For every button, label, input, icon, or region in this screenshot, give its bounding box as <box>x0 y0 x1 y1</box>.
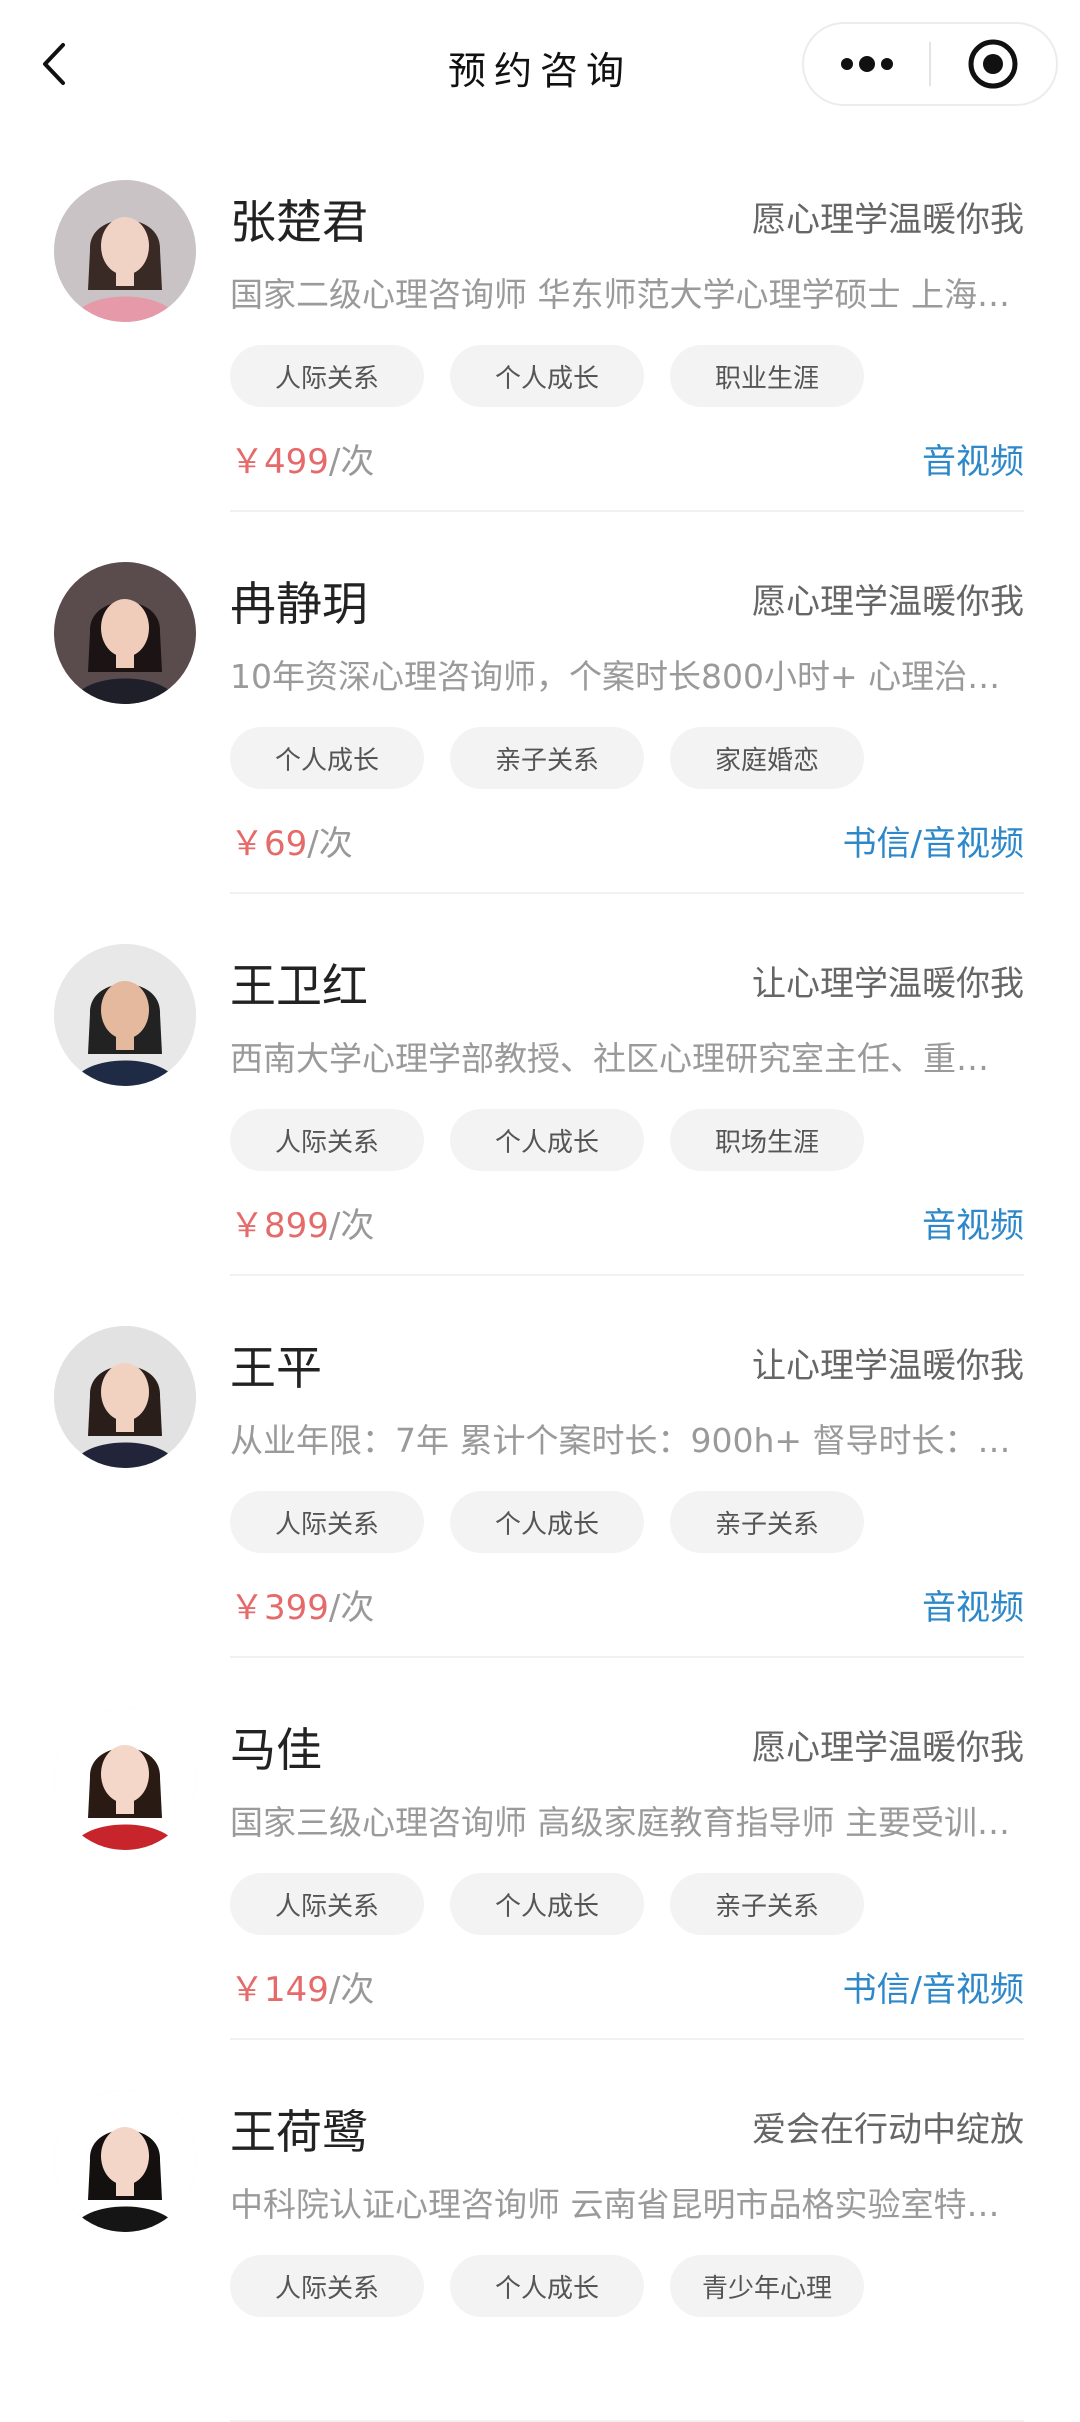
nav-bar: 预约咨询 <box>0 0 1080 130</box>
counselor-slogan: 让心理学温暖你我 <box>752 964 1024 1004</box>
price-unit: /次 <box>328 1970 375 2010</box>
counselor-name: 王平 <box>230 1341 322 1395</box>
tag-list: 人际关系 个人成长 亲子关系 <box>230 1491 890 1553</box>
counselor-name: 张楚君 <box>230 195 368 249</box>
avatar <box>54 944 196 1086</box>
tag-list: 人际关系 个人成长 职业生涯 <box>230 345 890 407</box>
price: ￥69/次 <box>230 816 353 865</box>
topic-tag: 个人成长 <box>450 2255 644 2317</box>
more-button[interactable] <box>804 22 929 106</box>
counselor-description: 10年资深心理咨询师，个案时长800小时+ 心理治疗师 婚姻家庭咨询师 <box>230 657 1020 696</box>
price-currency: ￥ <box>230 824 264 864</box>
counselor-description: 西南大学心理学部教授、社区心理研究室主任、重庆市心理学会理事 <box>230 1039 1020 1078</box>
counselor-slogan: 愿心理学温暖你我 <box>752 200 1024 240</box>
counselor-name: 冉静玥 <box>230 577 368 631</box>
counselor-description: 国家二级心理咨询师 华东师范大学心理学硕士 上海某高校心理咨询中心专职咨询师 <box>230 275 1020 314</box>
price-currency: ￥ <box>230 442 264 482</box>
topic-tag: 个人成长 <box>230 727 424 789</box>
price-amount: 499 <box>264 442 329 482</box>
topic-tag: 亲子关系 <box>670 1491 864 1553</box>
counselor-description: 中科院认证心理咨询师 云南省昆明市品格实验室特聘讲师 <box>230 2185 1020 2224</box>
topic-tag: 人际关系 <box>230 1109 424 1171</box>
topic-tag: 个人成长 <box>450 1873 644 1935</box>
counselor-slogan: 愿心理学温暖你我 <box>752 1728 1024 1768</box>
target-close-icon <box>968 39 1018 89</box>
counselor-card[interactable]: 马佳 愿心理学温暖你我 国家三级心理咨询师 高级家庭教育指导师 主要受训于精神分… <box>0 1658 1080 2040</box>
price-amount: 149 <box>264 1970 329 2010</box>
price-currency: ￥ <box>230 1588 264 1628</box>
topic-tag: 人际关系 <box>230 2255 424 2317</box>
counselor-name: 王卫红 <box>230 959 368 1013</box>
counselor-card[interactable]: 王荷鹭 爱会在行动中绽放 中科院认证心理咨询师 云南省昆明市品格实验室特聘讲师 … <box>0 2040 1080 2422</box>
price-amount: 69 <box>264 824 308 864</box>
tag-list: 人际关系 个人成长 职场生涯 <box>230 1109 890 1171</box>
topic-tag: 人际关系 <box>230 345 424 407</box>
mini-program-capsule <box>802 22 1058 106</box>
avatar <box>54 2090 196 2232</box>
avatar <box>54 562 196 704</box>
counselor-description: 国家三级心理咨询师 高级家庭教育指导师 主要受训于精神分析取向 <box>230 1803 1020 1842</box>
price-amount: 399 <box>264 1588 329 1628</box>
avatar <box>54 1708 196 1850</box>
price-currency: ￥ <box>230 1206 264 1246</box>
topic-tag: 家庭婚恋 <box>670 727 864 789</box>
avatar <box>54 1326 196 1468</box>
topic-tag: 人际关系 <box>230 1873 424 1935</box>
counselor-card[interactable]: 王平 让心理学温暖你我 从业年限：7年 累计个案时长：900h+ 督导时长：20… <box>0 1276 1080 1658</box>
topic-tag: 人际关系 <box>230 1491 424 1553</box>
counselor-name: 马佳 <box>230 1723 322 1777</box>
counselor-list: 张楚君 愿心理学温暖你我 国家二级心理咨询师 华东师范大学心理学硕士 上海某高校… <box>0 130 1080 2422</box>
consult-mode-link[interactable]: 音视频 <box>922 1198 1024 1247</box>
consult-mode-link[interactable]: 音视频 <box>922 434 1024 483</box>
topic-tag: 亲子关系 <box>670 1873 864 1935</box>
tag-list: 人际关系 个人成长 亲子关系 <box>230 1873 890 1935</box>
price-unit: /次 <box>328 1588 375 1628</box>
consult-mode-link[interactable]: 音视频 <box>922 1580 1024 1629</box>
consult-mode-link[interactable]: 书信/音视频 <box>843 1962 1024 2011</box>
price: ￥499/次 <box>230 434 374 483</box>
price-amount: 899 <box>264 1206 329 1246</box>
counselor-card[interactable]: 张楚君 愿心理学温暖你我 国家二级心理咨询师 华东师范大学心理学硕士 上海某高校… <box>0 130 1080 512</box>
tag-list: 人际关系 个人成长 青少年心理 <box>230 2255 890 2317</box>
consult-mode-link[interactable]: 书信/音视频 <box>843 816 1024 865</box>
counselor-slogan: 愿心理学温暖你我 <box>752 582 1024 622</box>
topic-tag: 个人成长 <box>450 345 644 407</box>
price: ￥149/次 <box>230 1962 374 2011</box>
close-button[interactable] <box>931 22 1056 106</box>
avatar <box>54 180 196 322</box>
topic-tag: 个人成长 <box>450 1491 644 1553</box>
tag-list: 个人成长 亲子关系 家庭婚恋 <box>230 727 890 789</box>
counselor-slogan: 让心理学温暖你我 <box>752 1346 1024 1386</box>
counselor-name: 王荷鹭 <box>230 2105 368 2159</box>
price: ￥399/次 <box>230 1580 374 1629</box>
counselor-description: 从业年限：7年 累计个案时长：900h+ 督导时长：200h+ <box>230 1421 1020 1460</box>
counselor-card[interactable]: 王卫红 让心理学温暖你我 西南大学心理学部教授、社区心理研究室主任、重庆市心理学… <box>0 894 1080 1276</box>
topic-tag: 职业生涯 <box>670 345 864 407</box>
more-dots-icon <box>840 56 893 72</box>
counselor-slogan: 爱会在行动中绽放 <box>752 2110 1024 2150</box>
price-unit: /次 <box>307 824 353 864</box>
price-unit: /次 <box>328 1206 375 1246</box>
price: ￥899/次 <box>230 1198 374 1247</box>
counselor-card[interactable]: 冉静玥 愿心理学温暖你我 10年资深心理咨询师，个案时长800小时+ 心理治疗师… <box>0 512 1080 894</box>
price-unit: /次 <box>328 442 375 482</box>
topic-tag: 亲子关系 <box>450 727 644 789</box>
topic-tag: 个人成长 <box>450 1109 644 1171</box>
topic-tag: 青少年心理 <box>670 2255 864 2317</box>
topic-tag: 职场生涯 <box>670 1109 864 1171</box>
price-currency: ￥ <box>230 1970 264 2010</box>
